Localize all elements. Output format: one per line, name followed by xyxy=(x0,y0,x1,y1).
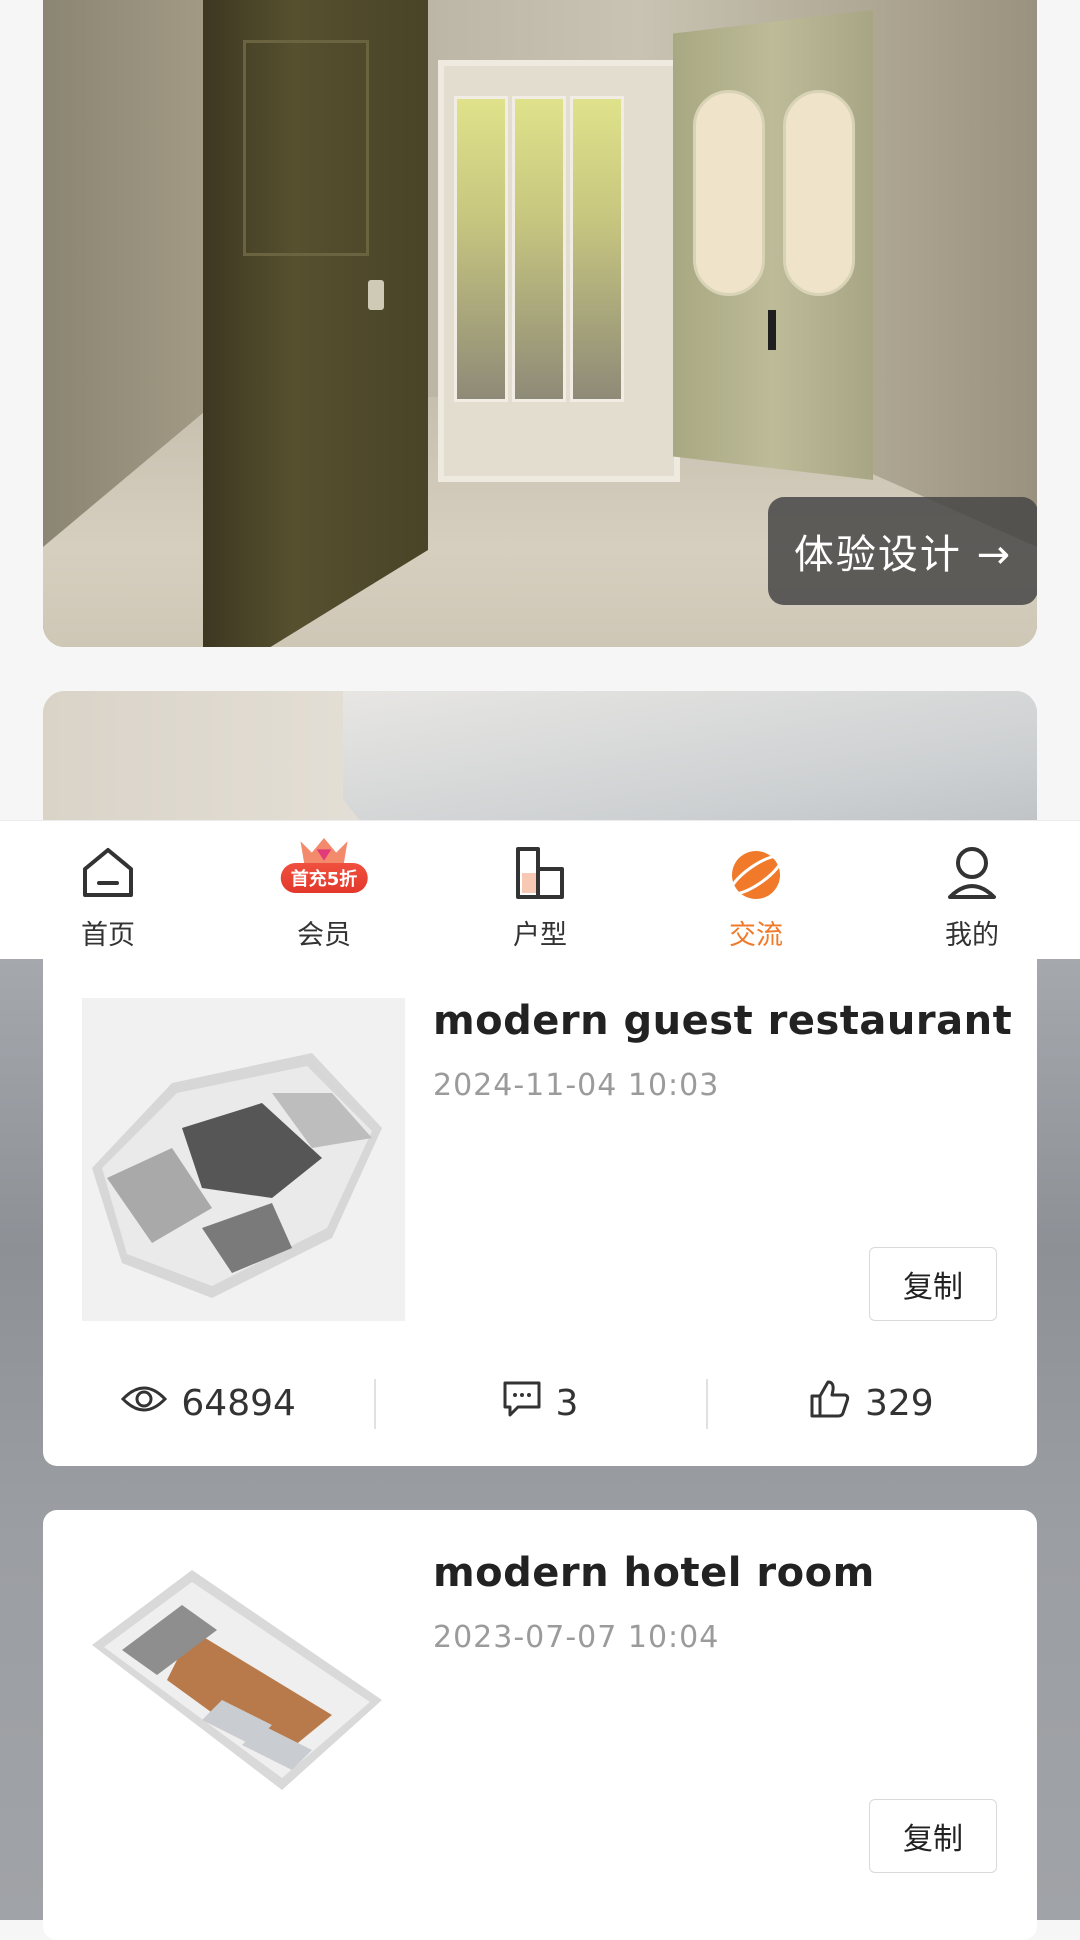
post-stats: 64894 3 329 xyxy=(43,1373,1037,1433)
comment-icon xyxy=(502,1379,542,1428)
views-stat: 64894 xyxy=(43,1373,374,1433)
render-card-hallway[interactable]: 体验设计 → xyxy=(43,0,1037,647)
community-feed: modern guest restaurant 2024-11-04 10:03… xyxy=(0,958,1080,1940)
views-count: 64894 xyxy=(181,1382,296,1424)
tab-floorplan-label: 户型 xyxy=(513,920,567,951)
user-icon xyxy=(942,843,1002,903)
feed-post-card[interactable]: modern guest restaurant 2024-11-04 10:03… xyxy=(43,958,1037,1466)
thumbs-up-icon xyxy=(809,1378,851,1429)
feed-post-card[interactable]: modern hotel room 2023-07-07 10:04 复制 xyxy=(43,1510,1037,1940)
tab-vip[interactable]: 首充5折 会员 xyxy=(216,821,432,959)
floorplan-thumbnail[interactable] xyxy=(82,998,405,1321)
design-feed-top: 体验设计 → xyxy=(0,0,1080,871)
copy-button[interactable]: 复制 xyxy=(869,1247,997,1321)
likes-stat[interactable]: 329 xyxy=(705,1373,1037,1433)
post-date: 2024-11-04 10:03 xyxy=(433,1068,720,1103)
tab-community[interactable]: 交流 xyxy=(648,821,864,959)
tab-vip-label: 会员 xyxy=(297,920,351,951)
tab-home-label: 首页 xyxy=(81,920,135,951)
floorplan-thumbnail[interactable] xyxy=(82,1550,405,1873)
floorplan-icon xyxy=(510,843,570,903)
home-icon xyxy=(78,843,138,903)
copy-button[interactable]: 复制 xyxy=(869,1799,997,1873)
vip-discount-badge: 首充5折 xyxy=(280,863,368,893)
tab-floorplan[interactable]: 户型 xyxy=(432,821,648,959)
likes-count: 329 xyxy=(864,1382,934,1424)
comments-stat[interactable]: 3 xyxy=(374,1373,705,1433)
experience-design-button[interactable]: 体验设计 → xyxy=(768,497,1037,605)
planet-icon xyxy=(726,843,786,903)
eye-icon xyxy=(121,1383,168,1424)
bottom-tab-bar: 首页 首充5折 会员 户型 交流 我的 xyxy=(0,820,1080,959)
tab-community-label: 交流 xyxy=(729,920,783,951)
tab-profile[interactable]: 我的 xyxy=(864,821,1080,959)
post-title[interactable]: modern guest restaurant xyxy=(433,998,1012,1044)
tab-profile-label: 我的 xyxy=(945,920,999,951)
post-title[interactable]: modern hotel room xyxy=(433,1550,875,1596)
comments-count: 3 xyxy=(555,1382,579,1424)
tab-home[interactable]: 首页 xyxy=(0,821,216,959)
post-date: 2023-07-07 10:04 xyxy=(433,1620,720,1655)
